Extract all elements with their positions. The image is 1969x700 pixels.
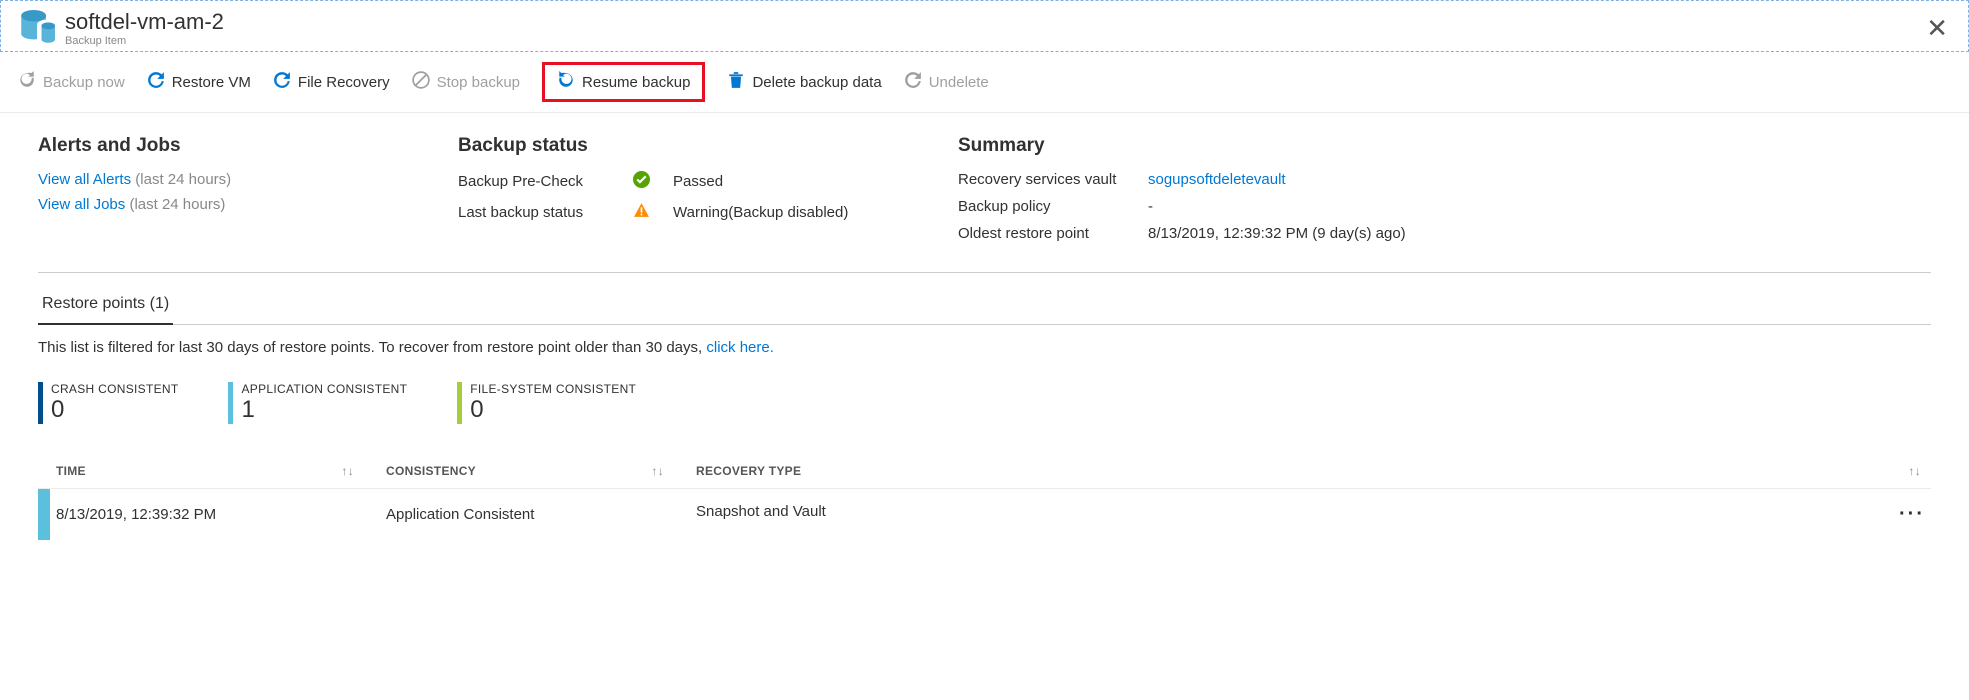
file-recovery-icon: [273, 71, 291, 93]
title-block: softdel-vm-am-2 Backup Item: [65, 9, 224, 47]
view-jobs-link[interactable]: View all Jobs: [38, 196, 125, 213]
warning-icon: [633, 202, 673, 223]
restore-vm-button[interactable]: Restore VM: [147, 71, 251, 93]
last-backup-value: Warning(Backup disabled): [673, 204, 878, 221]
filter-note: This list is filtered for last 30 days o…: [38, 339, 1931, 356]
file-recovery-button[interactable]: File Recovery: [273, 71, 390, 93]
cell-recovery: Snapshot and Vault ···: [690, 489, 1931, 541]
view-alerts-hint: (last 24 hours): [135, 171, 231, 188]
restore-vm-label: Restore VM: [172, 74, 251, 91]
col-time[interactable]: TIME↑↓: [50, 454, 380, 489]
command-bar: Backup now Restore VM File Recovery Stop…: [0, 52, 1969, 113]
page-title: softdel-vm-am-2: [65, 9, 224, 35]
restore-points-table: TIME↑↓ CONSISTENCY↑↓ RECOVERY TYPE↑↓ 8/1…: [38, 454, 1931, 541]
view-jobs-hint: (last 24 hours): [129, 196, 225, 213]
stat-fs-label: FILE-SYSTEM CONSISTENT: [470, 382, 636, 396]
col-recovery[interactable]: RECOVERY TYPE↑↓: [690, 454, 1931, 489]
resume-backup-label: Resume backup: [582, 74, 690, 91]
resume-icon: [557, 71, 575, 93]
trash-icon: [727, 71, 745, 93]
summary-sections: Alerts and Jobs View all Alerts (last 24…: [38, 135, 1931, 273]
stop-icon: [412, 71, 430, 93]
backup-now-button: Backup now: [18, 71, 125, 93]
tab-row: Restore points (1): [38, 285, 1931, 325]
undelete-icon: [904, 71, 922, 93]
row-indicator: [38, 489, 50, 541]
undelete-button: Undelete: [904, 71, 989, 93]
vault-link[interactable]: sogupsoftdeletevault: [1148, 171, 1406, 188]
precheck-label: Backup Pre-Check: [458, 173, 633, 190]
stat-fs: FILE-SYSTEM CONSISTENT 0: [457, 382, 636, 424]
policy-label: Backup policy: [958, 198, 1148, 215]
stat-app: APPLICATION CONSISTENT 1: [228, 382, 407, 424]
alerts-section: Alerts and Jobs View all Alerts (last 24…: [38, 135, 378, 242]
stop-backup-button: Stop backup: [412, 71, 520, 93]
backup-status-section: Backup status Backup Pre-Check Passed La…: [458, 135, 878, 242]
page-subtitle: Backup Item: [65, 35, 224, 47]
row-more-button[interactable]: ···: [1899, 503, 1925, 526]
filter-note-text: This list is filtered for last 30 days o…: [38, 339, 706, 356]
close-icon[interactable]: ✕: [1926, 13, 1948, 44]
stat-app-label: APPLICATION CONSISTENT: [241, 382, 407, 396]
col-consistency[interactable]: CONSISTENCY↑↓: [380, 454, 690, 489]
restore-icon: [147, 71, 165, 93]
view-alerts-link[interactable]: View all Alerts: [38, 171, 131, 188]
sort-icon: ↑↓: [341, 464, 354, 478]
tab-restore-points[interactable]: Restore points (1): [38, 285, 173, 325]
stat-fs-value: 0: [470, 396, 636, 424]
check-pass-icon: [633, 171, 673, 192]
consistency-stats: CRASH CONSISTENT 0 APPLICATION CONSISTEN…: [38, 382, 1931, 424]
oldest-value: 8/13/2019, 12:39:32 PM (9 day(s) ago): [1148, 225, 1406, 242]
table-row[interactable]: 8/13/2019, 12:39:32 PM Application Consi…: [38, 489, 1931, 541]
oldest-label: Oldest restore point: [958, 225, 1148, 242]
precheck-value: Passed: [673, 173, 878, 190]
cell-time: 8/13/2019, 12:39:32 PM: [50, 489, 380, 541]
content-area: Alerts and Jobs View all Alerts (last 24…: [0, 113, 1969, 563]
stop-backup-label: Stop backup: [437, 74, 520, 91]
delete-backup-label: Delete backup data: [752, 74, 881, 91]
backup-now-label: Backup now: [43, 74, 125, 91]
stat-crash: CRASH CONSISTENT 0: [38, 382, 178, 424]
backup-status-heading: Backup status: [458, 135, 878, 157]
summary-heading: Summary: [958, 135, 1406, 157]
click-here-link[interactable]: click here.: [706, 339, 774, 356]
blade-header: softdel-vm-am-2 Backup Item ✕: [0, 0, 1969, 52]
resume-backup-button[interactable]: Resume backup: [542, 62, 705, 102]
stat-crash-label: CRASH CONSISTENT: [51, 382, 178, 396]
summary-section: Summary Recovery services vault sogupsof…: [958, 135, 1406, 242]
stat-crash-value: 0: [51, 396, 178, 424]
file-recovery-label: File Recovery: [298, 74, 390, 91]
sort-icon: ↑↓: [651, 464, 664, 478]
backup-now-icon: [18, 71, 36, 93]
alerts-heading: Alerts and Jobs: [38, 135, 378, 157]
cell-consistency: Application Consistent: [380, 489, 690, 541]
undelete-label: Undelete: [929, 74, 989, 91]
policy-value: -: [1148, 198, 1406, 215]
vault-label: Recovery services vault: [958, 171, 1148, 188]
backup-item-icon: [19, 9, 55, 45]
sort-icon: ↑↓: [1908, 464, 1921, 478]
delete-backup-data-button[interactable]: Delete backup data: [727, 71, 881, 93]
last-backup-label: Last backup status: [458, 204, 633, 221]
stat-app-value: 1: [241, 396, 407, 424]
